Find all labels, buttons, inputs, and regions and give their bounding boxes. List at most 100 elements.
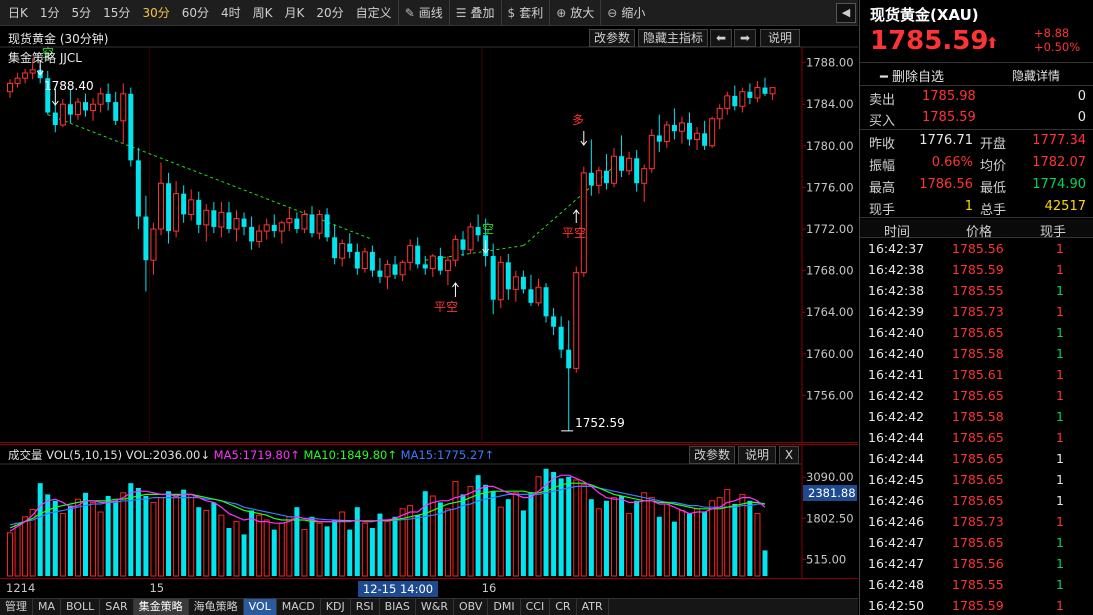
hide-details-button[interactable]: 隐藏详情 <box>1012 67 1060 84</box>
tick-row: 16:42:48 1785.55 1 <box>860 574 1093 595</box>
tool-label: 套利 <box>519 5 544 20</box>
candle <box>619 135 625 177</box>
help-button[interactable]: 说明 <box>760 29 800 47</box>
candle-body <box>648 134 655 170</box>
tool-stack[interactable]: ☰ 叠加 <box>448 0 501 26</box>
period-3[interactable]: 15分 <box>97 0 136 26</box>
period-8[interactable]: 月K <box>279 0 311 26</box>
low-price-label: 1752.59 <box>575 416 625 430</box>
candle <box>566 320 572 431</box>
chart-title: 现货黄金 (30分钟) <box>8 32 109 46</box>
indicator-tab-cr[interactable]: CR <box>550 599 577 615</box>
period-9[interactable]: 20分 <box>310 0 349 26</box>
tick-price: 1785.56 <box>952 241 1004 256</box>
candle-body <box>535 286 542 304</box>
candle <box>120 83 127 144</box>
candlestick-chart[interactable]: 1788.00 1784.00 1780.00 1776.00 1772.00 1768.… <box>0 27 858 443</box>
indicator-tab-sar[interactable]: SAR <box>100 599 134 615</box>
indicator-tab-bias[interactable]: BIAS <box>380 599 416 615</box>
candle-body <box>249 226 255 242</box>
period-7[interactable]: 周K <box>247 0 279 26</box>
indicator-tab-atr[interactable]: ATR <box>577 599 609 615</box>
candle-body <box>150 228 157 261</box>
candle-body <box>739 91 746 107</box>
candle <box>271 214 277 238</box>
volume-bar <box>467 485 474 577</box>
indicator-tab-[interactable]: 集金策略 <box>133 599 189 615</box>
stat-label: 昨收 <box>869 137 896 152</box>
tick-volume: 1 <box>1056 283 1064 298</box>
indicator-tab-vol[interactable]: VOL <box>243 599 277 615</box>
instrument-title: 现货黄金(XAU) <box>870 6 979 24</box>
period-10[interactable]: 自定义 <box>350 0 398 26</box>
hide-main-indicator-button[interactable]: 隐藏主指标 <box>638 29 708 47</box>
indicator-tab-rsi[interactable]: RSI <box>351 599 380 615</box>
volume-bar <box>113 500 119 576</box>
candle-body <box>324 214 330 238</box>
candle <box>580 166 587 277</box>
volume-chart[interactable]: 3090.00 1802.50 515.00 2381.88 <box>0 444 858 578</box>
scroll-left-button[interactable]: ⬅ <box>710 29 732 47</box>
scroll-right-button[interactable]: ➡ <box>734 29 756 47</box>
stat-value: 1782.07 <box>1032 155 1086 170</box>
indicator-tab-wr[interactable]: W&R <box>416 599 454 615</box>
candle <box>226 201 232 234</box>
volume-bar <box>588 499 594 576</box>
indicator-tab-ma[interactable]: MA <box>33 599 62 615</box>
indicator-tab-obv[interactable]: OBV <box>454 599 489 615</box>
pencil-icon: ✎ <box>404 5 415 20</box>
price-tick-label: 1760.00 <box>806 347 854 361</box>
candle <box>641 164 648 202</box>
indicator-tab-boll[interactable]: BOLL <box>61 599 101 615</box>
price-change: +8.88 +0.50% <box>1034 26 1080 54</box>
period-5[interactable]: 60分 <box>176 0 215 26</box>
price-tick-label: 1768.00 <box>806 264 854 278</box>
ask-label: 卖出 <box>869 93 896 108</box>
indicator-tab-macd[interactable]: MACD <box>277 599 321 615</box>
candle-body <box>143 216 149 261</box>
indicator-tab-cci[interactable]: CCI <box>521 599 551 615</box>
stat-label: 现手 <box>869 203 896 218</box>
tick-volume: 1 <box>1056 556 1064 571</box>
collapse-toolbar-button[interactable]: ◀ <box>836 3 856 23</box>
volume-bar <box>678 509 685 577</box>
indicator-tab-[interactable]: 海龟策略 <box>189 599 244 615</box>
candle-body <box>347 243 353 252</box>
tick-volume: 1 <box>1056 346 1064 361</box>
remove-watchlist-button[interactable]: ━ 删除自选 <box>880 66 944 85</box>
period-4[interactable]: 30分 <box>136 0 175 26</box>
volume-bar <box>256 514 263 577</box>
volume-bar <box>218 514 225 577</box>
stats-row: 现手 1 总手 42517 <box>860 197 1093 218</box>
tick-volume: 1 <box>1056 451 1064 466</box>
period-toolbar: 日K 1分 5分 15分 30分 60分 4时 周K 月K 20分 自定义 ✎ 画线 ☰ 叠加 $ 套利 ⊕ 放大 ⊖… <box>0 0 858 26</box>
candle-body <box>309 214 315 234</box>
candle <box>7 79 13 98</box>
indicator-tabs: 管理 MA BOLL SAR 集金策略 海龟策略 VOL MACD KDJ RSI BIAS W&R O… <box>0 598 858 615</box>
tool-zoom-in[interactable]: ⊕ 放大 <box>549 0 600 26</box>
period-2[interactable]: 5分 <box>66 0 98 26</box>
volume-help-button[interactable]: 说明 <box>738 446 776 464</box>
stats-row: 振幅 0.66% 均价 1782.07 <box>860 153 1093 174</box>
tool-zoom-out[interactable]: ⊖ 缩小 <box>600 0 651 26</box>
cover-short-label-2: 平空 <box>562 226 586 240</box>
volume-edit-params-button[interactable]: 改参数 <box>689 446 735 464</box>
volume-close-button[interactable]: X <box>779 446 799 464</box>
edit-params-button[interactable]: 改参数 <box>589 29 635 47</box>
volume-bar <box>286 516 293 577</box>
candle <box>158 162 164 236</box>
tool-pencil[interactable]: ✎ 画线 <box>397 0 449 26</box>
candle-body <box>656 135 662 142</box>
indicator-tab-dmi[interactable]: DMI <box>488 599 521 615</box>
tool-moneybag[interactable]: $ 套利 <box>500 0 550 26</box>
period-1[interactable]: 1分 <box>34 0 66 26</box>
indicator-tab-kdj[interactable]: KDJ <box>321 599 351 615</box>
candle-body <box>135 160 141 217</box>
period-6[interactable]: 4时 <box>215 0 247 26</box>
tick-time: 16:42:44 <box>868 451 925 466</box>
tick-time: 16:42:48 <box>868 577 925 592</box>
indicator-tab-[interactable]: 管理 <box>0 599 33 615</box>
period-0[interactable]: 日K <box>0 0 34 26</box>
candle <box>263 218 270 240</box>
tick-volume: 1 <box>1056 598 1064 613</box>
